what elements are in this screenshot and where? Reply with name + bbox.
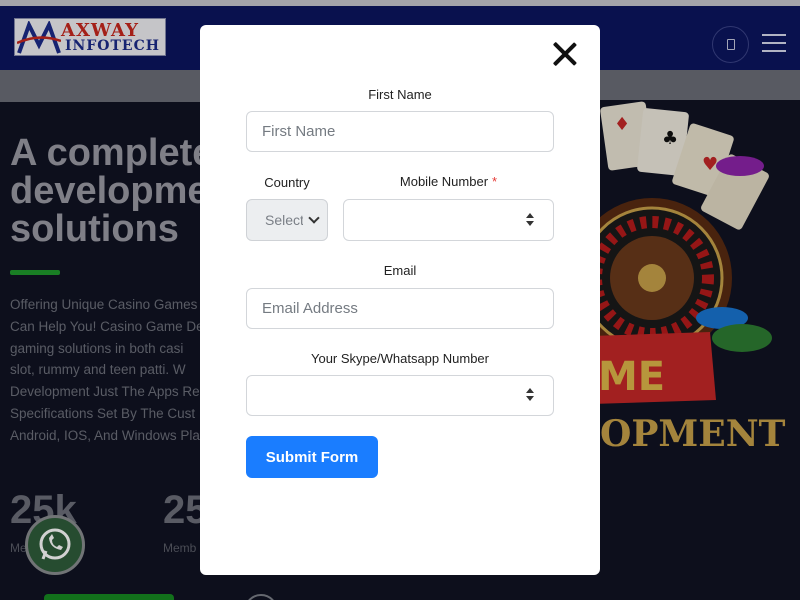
enquiry-modal: First Name Country Mobile Number* Select… — [200, 25, 600, 575]
country-select[interactable]: Select — [246, 199, 328, 241]
number-spinner-icon[interactable] — [525, 213, 535, 227]
number-spinner-icon[interactable] — [525, 388, 535, 402]
mobile-number-label-text: Mobile Number — [399, 174, 489, 189]
country-label: Country — [264, 175, 310, 190]
first-name-field[interactable] — [246, 111, 554, 152]
close-icon[interactable] — [552, 41, 578, 67]
first-name-label: First Name — [368, 87, 432, 102]
skype-whatsapp-field[interactable] — [246, 375, 554, 416]
skype-whatsapp-label: Your Skype/Whatsapp Number — [310, 351, 489, 366]
required-asterisk: * — [492, 174, 498, 189]
email-field[interactable] — [246, 288, 554, 329]
email-label: Email — [383, 263, 417, 278]
submit-form-button[interactable]: Submit Form — [246, 436, 378, 478]
mobile-number-label: Mobile Number * — [343, 174, 554, 189]
mobile-number-field[interactable] — [343, 199, 554, 241]
chevron-down-icon — [308, 212, 320, 224]
country-selected-value: Select — [265, 212, 303, 228]
